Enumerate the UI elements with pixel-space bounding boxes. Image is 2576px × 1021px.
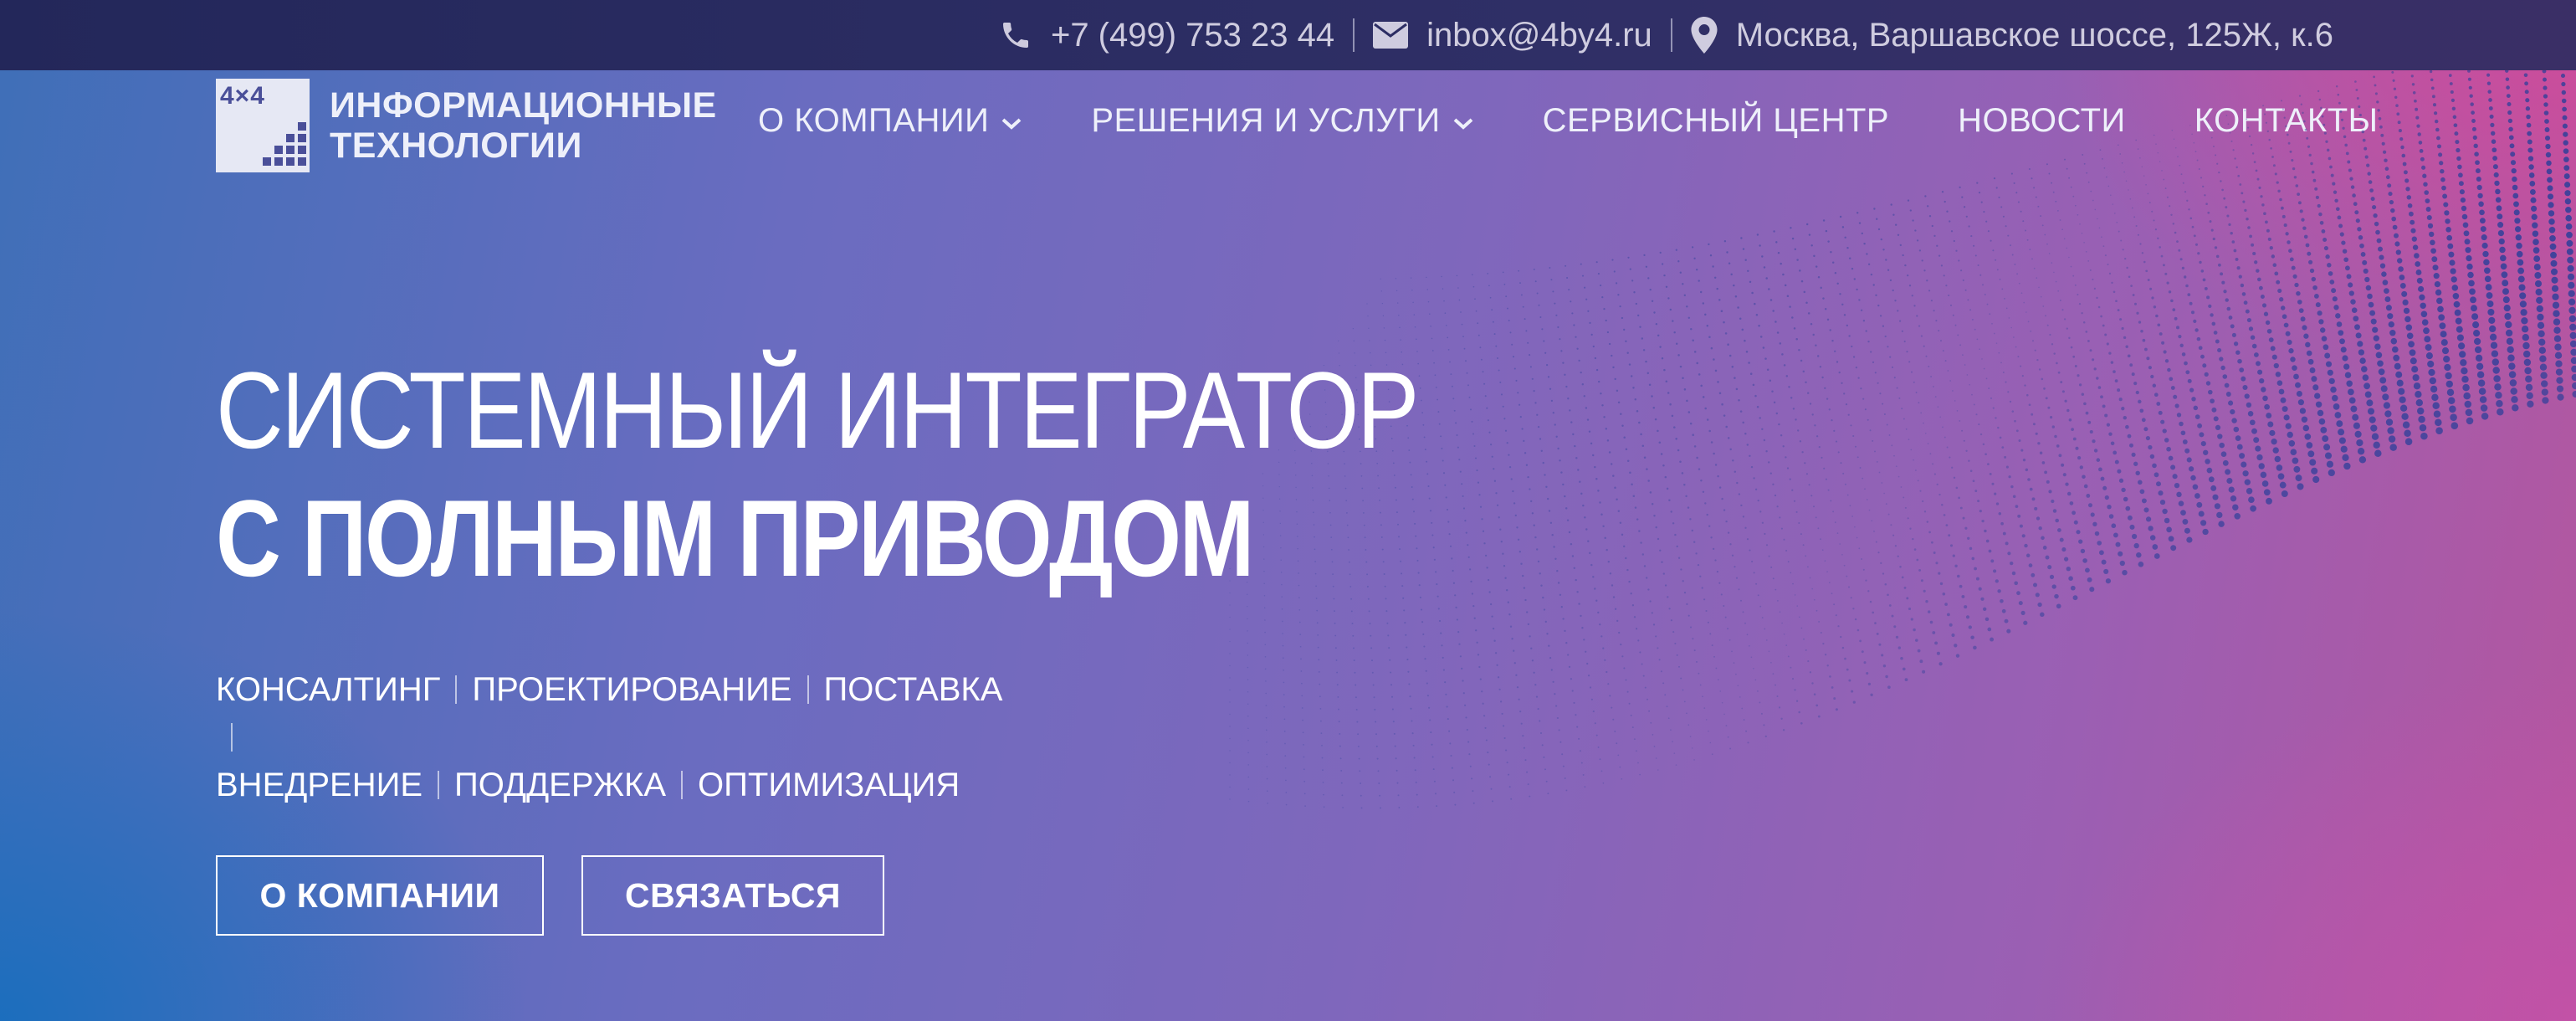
divider [438,771,440,799]
divider [807,675,809,704]
logo-text: ИНФОРМАЦИОННЫЕ ТЕХНОЛОГИИ [330,85,717,166]
address-text: Москва, Варшавское шоссе, 125Ж, к.6 [1735,16,2333,54]
logo-mark: 4×4 [216,79,310,172]
contact-button[interactable]: СВЯЗАТЬСЯ [581,855,884,936]
service-item: КОНСАЛТИНГ [216,671,441,708]
map-pin-icon [1691,17,1718,54]
service-item: ПОСТАВКА [823,671,1003,708]
services-list: КОНСАЛТИНГ ПРОЕКТИРОВАНИЕ ПОСТАВКА ВНЕДРЕН… [216,666,1019,809]
about-company-button[interactable]: О КОМПАНИИ [216,855,544,936]
logo-stairs-icon [263,122,306,166]
divider [681,771,684,799]
address-link[interactable]: Москва, Варшавское шоссе, 125Ж, к.6 [1691,17,2333,54]
phone-icon [999,18,1032,52]
logo-line-1: ИНФОРМАЦИОННЫЕ [330,85,717,126]
service-item: ПРОЕКТИРОВАНИЕ [472,671,792,708]
service-item: ПОДДЕРЖКА [454,767,667,803]
phone-link[interactable]: +7 (499) 753 23 44 [999,17,1334,54]
site-logo[interactable]: 4×4 ИНФОРМАЦИОННЫЕ ТЕХНОЛОГИИ [216,79,717,172]
top-info-bar: +7 (499) 753 23 44 inbox@4by4.ru Москва,… [0,0,2576,70]
divider [231,723,233,752]
divider [1670,18,1672,52]
email-link[interactable]: inbox@4by4.ru [1373,17,1652,54]
service-item: ВНЕДРЕНИЕ [216,767,423,803]
logo-line-2: ТЕХНОЛОГИИ [330,126,582,166]
chevron-down-icon [1001,102,1022,140]
logo-mark-text: 4×4 [220,82,265,110]
divider [1353,18,1355,52]
hero-title-line-1: СИСТЕМНЫЙ ИНТЕГРАТОР [216,349,1419,471]
phone-number: +7 (499) 753 23 44 [1050,16,1335,54]
service-item: ОПТИМИЗАЦИЯ [698,767,960,803]
dot-wave-decoration [1229,70,2576,809]
divider [455,675,458,704]
contact-info: +7 (499) 753 23 44 inbox@4by4.ru Москва,… [999,0,2333,70]
email-address: inbox@4by4.ru [1426,16,1652,54]
nav-label: О КОМПАНИИ [758,102,990,139]
nav-item-about[interactable]: О КОМПАНИИ [758,102,1022,140]
envelope-icon [1373,22,1409,49]
hero-title-line-2: С ПОЛНЫМ ПРИВОДОМ [216,477,1254,599]
